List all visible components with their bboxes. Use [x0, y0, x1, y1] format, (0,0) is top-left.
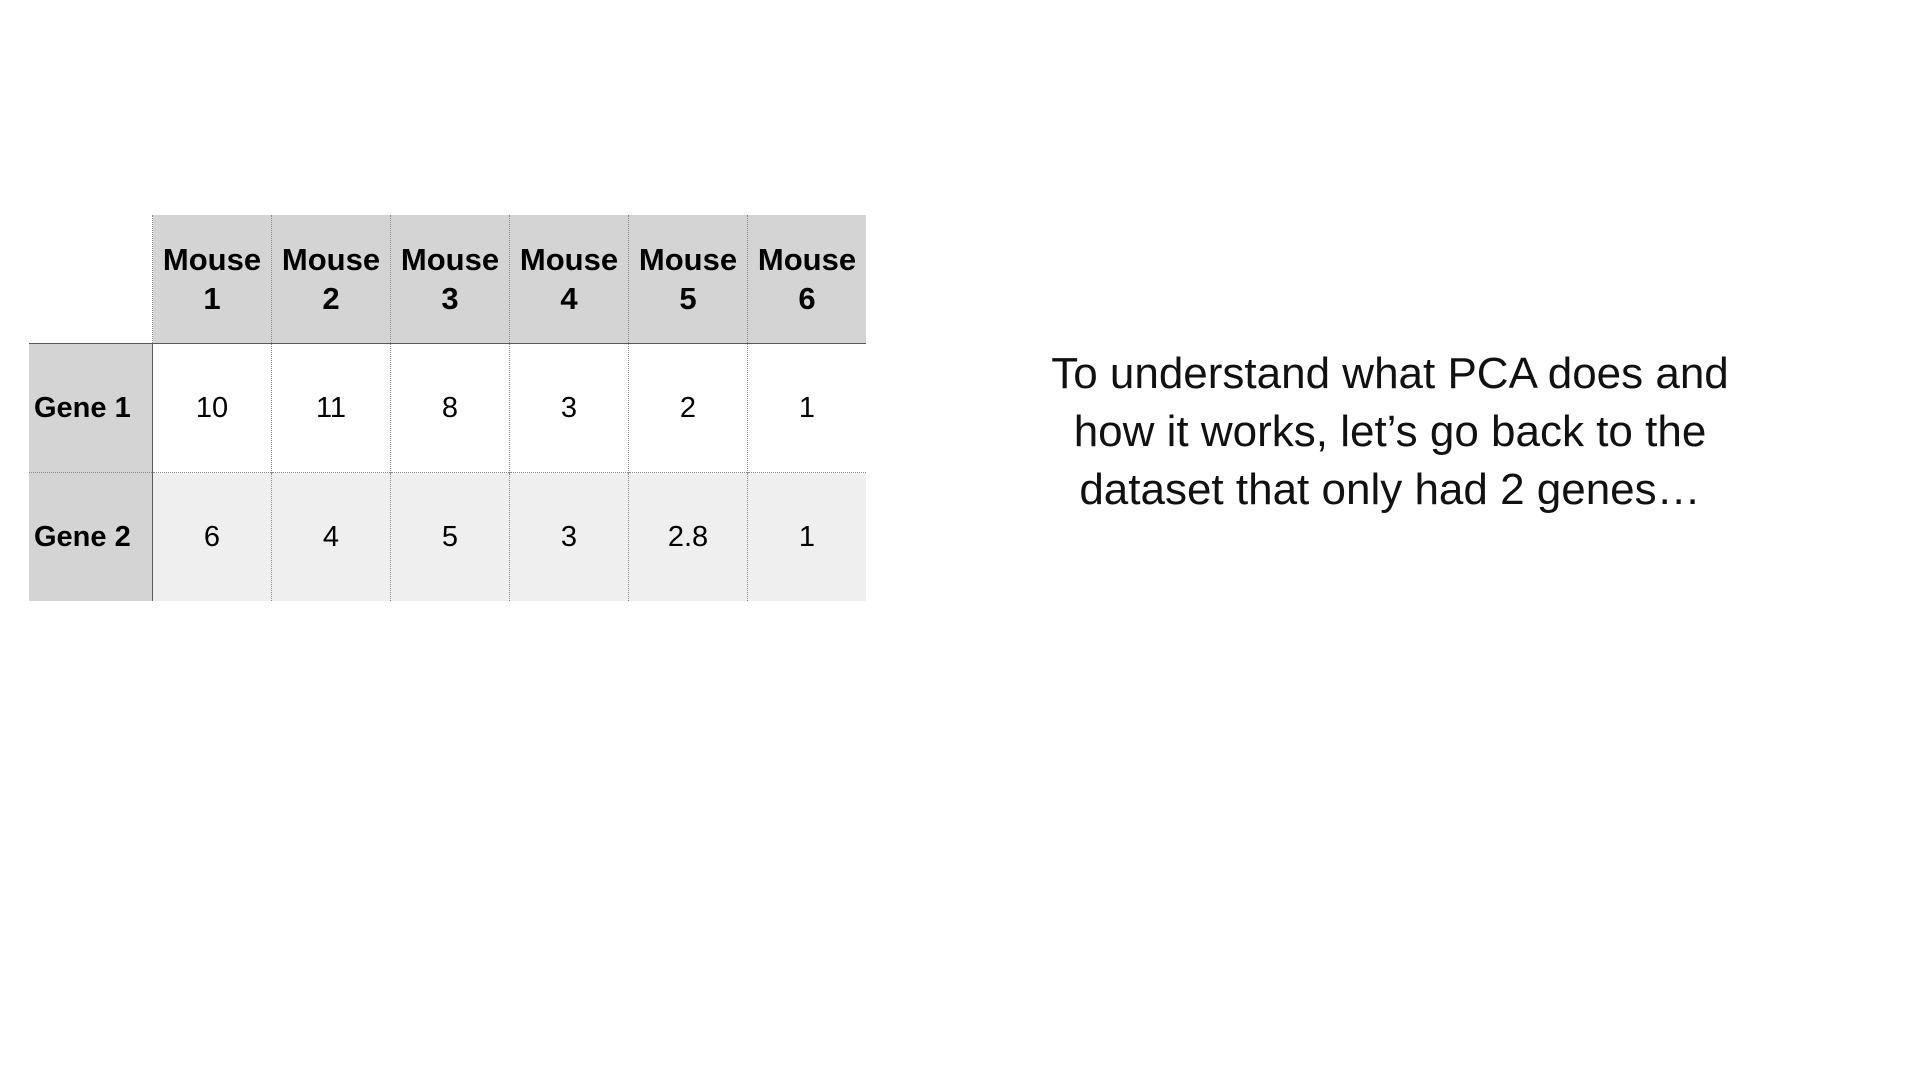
column-header-mouse-2: Mouse 2 [271, 215, 391, 344]
caption-line: dataset that only had 2 genes… [1079, 465, 1701, 514]
row-header-gene-1: Gene 1 [29, 343, 153, 473]
table-cell: 8 [390, 343, 510, 473]
column-header-number: 3 [441, 281, 459, 316]
column-header-number: 5 [679, 281, 697, 316]
column-header-mouse-1: Mouse 1 [152, 215, 272, 344]
table-cell: 3 [509, 343, 629, 473]
gene-expression-table: Mouse 1 Mouse 2 Mouse 3 Mouse 4 Mouse 5 … [29, 215, 866, 601]
row-header-gene-2: Gene 2 [29, 472, 153, 601]
table-cell: 11 [271, 343, 391, 473]
slide-caption: To understand what PCA does and how it w… [960, 345, 1820, 519]
table-cell: 1 [747, 472, 866, 601]
table-cell: 10 [152, 343, 272, 473]
table-cell: 5 [390, 472, 510, 601]
table-header-row: Mouse 1 Mouse 2 Mouse 3 Mouse 4 Mouse 5 … [29, 215, 866, 344]
table-cell: 2.8 [628, 472, 748, 601]
table-cell: 2 [628, 343, 748, 473]
column-header-number: 2 [322, 281, 340, 316]
column-header-mouse-4: Mouse 4 [509, 215, 629, 344]
table-cell: 1 [747, 343, 866, 473]
column-header-number: 1 [203, 281, 221, 316]
column-header-mouse-5: Mouse 5 [628, 215, 748, 344]
column-header-label: Mouse [281, 242, 381, 277]
table-row-gene-1: Gene 1 10 11 8 3 2 1 [29, 343, 866, 473]
caption-line: how it works, let’s go back to the [1073, 407, 1707, 456]
table-cell: 6 [152, 472, 272, 601]
table-corner-cell [29, 215, 153, 344]
slide: Mouse 1 Mouse 2 Mouse 3 Mouse 4 Mouse 5 … [0, 0, 1920, 1080]
table-cell: 3 [509, 472, 629, 601]
column-header-label: Mouse [638, 242, 738, 277]
column-header-number: 4 [560, 281, 578, 316]
column-header-label: Mouse [757, 242, 857, 277]
column-header-mouse-3: Mouse 3 [390, 215, 510, 344]
column-header-label: Mouse [519, 242, 619, 277]
table-cell: 4 [271, 472, 391, 601]
caption-line: To understand what PCA does and [1051, 349, 1729, 398]
table-row-gene-2: Gene 2 6 4 5 3 2.8 1 [29, 472, 866, 601]
column-header-label: Mouse [400, 242, 500, 277]
column-header-label: Mouse [162, 242, 262, 277]
column-header-number: 6 [798, 281, 816, 316]
column-header-mouse-6: Mouse 6 [747, 215, 866, 344]
